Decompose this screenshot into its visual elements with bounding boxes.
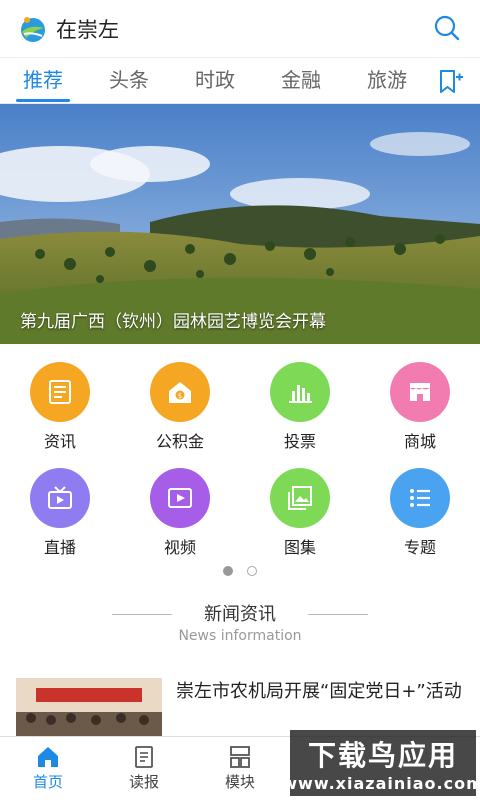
page-indicator [0,566,480,576]
feature-label: 投票 [283,432,316,451]
banner-caption: 第九届广西（钦州）园林园艺博览会开幕 [20,312,326,332]
shop-icon [390,362,450,422]
house-fund-icon: $ [150,362,210,422]
feature-shop[interactable]: 商城 [360,362,480,452]
feature-label: 商城 [403,432,436,451]
newspaper-icon [135,746,153,768]
nav-label: 读报 [128,773,159,791]
nav-modules[interactable]: 模块 [192,737,288,800]
topic-list-icon [390,468,450,528]
feature-label: 公积金 [155,432,204,451]
modules-icon [230,746,250,768]
divider-right [308,614,368,615]
tab-finance[interactable]: 金融 [258,58,344,104]
feature-label: 资讯 [43,432,76,451]
divider-left [112,614,172,615]
feature-grid: 资讯 $ 公积金 投票 商城 直播 视频 图集 专题 [0,362,480,558]
site-watermark: 下载鸟应用 www.xiazainiao.com [282,730,480,796]
feature-label: 直播 [43,538,76,557]
tab-travel[interactable]: 旅游 [344,58,430,104]
video-icon [150,468,210,528]
news-item[interactable]: 崇左市农机局开展“固定党日+”活动 [16,678,466,738]
watermark-main: 下载鸟应用 [307,738,458,772]
section-subtitle: News information [178,628,302,644]
watermark-url: www.xiazainiao.com [282,773,480,793]
feature-gallery[interactable]: 图集 [240,468,360,558]
feature-label: 图集 [283,538,316,557]
feature-vote[interactable]: 投票 [240,362,360,452]
feature-label: 视频 [163,538,196,557]
live-tv-icon [30,468,90,528]
feature-news[interactable]: 资讯 [0,362,120,452]
home-icon [38,747,58,767]
app-title: 在崇左 [56,17,119,42]
feature-housing-fund[interactable]: $ 公积金 [120,362,240,452]
top-header: 在崇左 [0,0,480,58]
nav-read-paper[interactable]: 读报 [96,737,192,800]
nav-label: 首页 [32,773,63,791]
tab-politics[interactable]: 时政 [172,58,258,104]
section-title: 新闻资讯 [204,604,276,625]
news-icon [30,362,90,422]
feature-video[interactable]: 视频 [120,468,240,558]
nav-home[interactable]: 首页 [0,737,96,800]
app-logo [21,16,45,42]
bookmark-add-icon[interactable] [436,68,464,96]
tab-headlines[interactable]: 头条 [86,58,172,104]
app-screen: 在崇左 推荐 头条 时政 金融 旅游 第九届广西（钦州）园林园艺博览会开幕 资讯… [0,0,480,800]
search-icon[interactable] [432,13,462,43]
tab-recommend[interactable]: 推荐 [0,58,86,104]
news-thumbnail [16,678,162,738]
banner-carousel[interactable]: 第九届广西（钦州）园林园艺博览会开幕 [0,104,480,344]
vote-icon [270,362,330,422]
feature-live[interactable]: 直播 [0,468,120,558]
feature-label: 专题 [403,538,436,557]
section-header: 新闻资讯 News information [0,600,480,644]
svg-text:$: $ [178,392,182,400]
news-title: 崇左市农机局开展“固定党日+”活动 [176,681,462,702]
feature-topic[interactable]: 专题 [360,468,480,558]
page-dot[interactable] [247,566,257,576]
nav-label: 模块 [224,773,255,791]
page-dot-active[interactable] [223,566,233,576]
gallery-icon [270,468,330,528]
category-tabs: 推荐 头条 时政 金融 旅游 [0,58,480,104]
